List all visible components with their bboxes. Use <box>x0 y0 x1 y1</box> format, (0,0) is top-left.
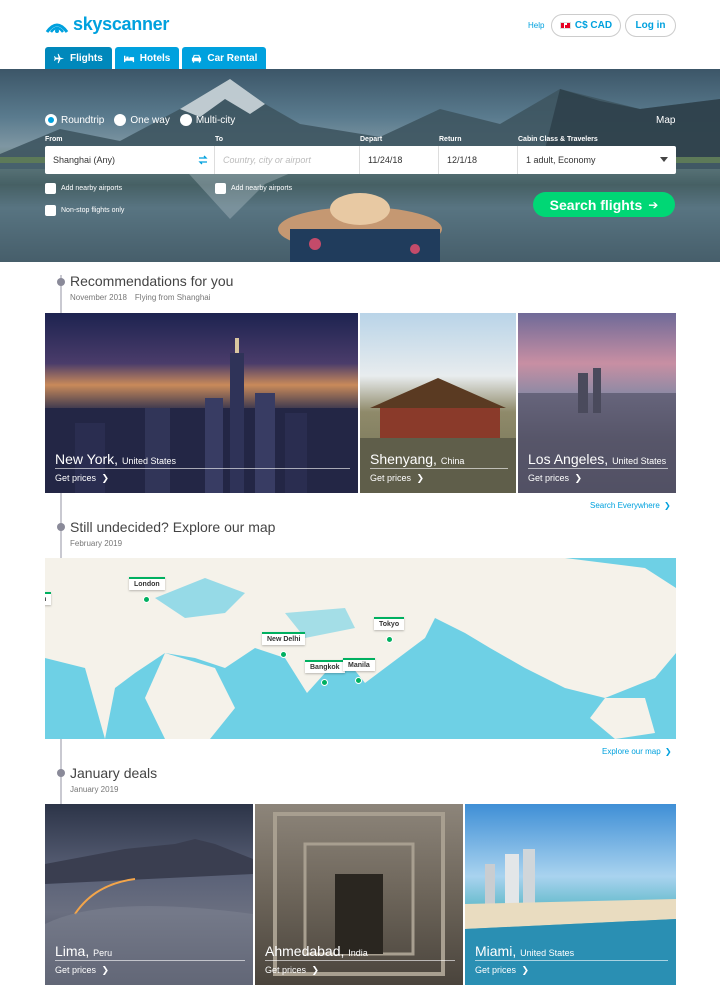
radio-multi-city[interactable]: Multi-city <box>179 114 235 126</box>
tab-flights[interactable]: Flights <box>45 47 112 69</box>
deal-card-miami[interactable]: Miami, United States Get prices <box>465 804 676 985</box>
destination-card-new-york[interactable]: New York, United States Get prices <box>45 313 358 493</box>
card-city-label: Ahmedabad, India <box>265 942 368 959</box>
get-prices-link[interactable]: Get prices <box>265 965 319 976</box>
flight-search-bar: Shanghai (Any) Country, city or airport … <box>45 146 676 174</box>
car-icon <box>192 54 202 63</box>
canada-flag-icon <box>559 22 571 29</box>
radio-one-way[interactable]: One way <box>114 114 170 126</box>
map-marker-icon <box>280 651 288 658</box>
get-prices-link[interactable]: Get prices <box>55 965 109 976</box>
timeline-dot <box>57 523 65 531</box>
deals-title: January deals <box>70 765 158 781</box>
cabin-travelers-field[interactable]: 1 adult, Economy <box>518 146 676 174</box>
nearby-from-checkbox[interactable]: Add nearby airports <box>45 183 122 194</box>
map-pin-manila[interactable]: Manila <box>343 658 375 684</box>
product-tabs: Flights Hotels Car Rental <box>45 47 267 69</box>
return-date-field[interactable]: 12/1/18 <box>439 146 518 174</box>
search-everywhere-link[interactable]: Search Everywhere <box>590 501 671 510</box>
deals-subtitle: January 2019 <box>70 785 119 794</box>
trip-type-selector: Roundtrip One way Multi-city <box>45 114 235 126</box>
login-button[interactable]: Log in <box>625 14 676 37</box>
depart-date-field[interactable]: 11/24/18 <box>360 146 439 174</box>
card-divider <box>528 468 668 469</box>
get-prices-link[interactable]: Get prices <box>370 473 424 484</box>
card-divider <box>370 468 508 469</box>
map-pin-partial[interactable]: n <box>45 592 52 605</box>
deal-card-lima[interactable]: Lima, Peru Get prices <box>45 804 253 985</box>
map-link[interactable]: Map <box>656 115 675 126</box>
timeline-dot <box>57 769 65 777</box>
tab-car-rental[interactable]: Car Rental <box>182 47 267 69</box>
cabin-label: Cabin Class & Travelers <box>518 136 598 143</box>
card-city-label: Miami, United States <box>475 942 575 959</box>
radio-selected-icon <box>45 114 57 126</box>
map-pin-bangkok[interactable]: Bangkok <box>305 660 345 686</box>
card-city-label: Shenyang, China <box>370 450 465 467</box>
depart-label: Depart <box>360 136 383 143</box>
nonstop-checkbox[interactable]: Non-stop flights only <box>45 205 124 216</box>
map-pin-tokyo[interactable]: Tokyo <box>374 617 405 643</box>
checkbox-icon <box>45 183 56 194</box>
card-divider <box>55 960 245 961</box>
tab-label: Car Rental <box>207 52 258 64</box>
recommendations-title: Recommendations for you <box>70 273 234 289</box>
get-prices-link[interactable]: Get prices <box>528 473 582 484</box>
card-divider <box>265 960 455 961</box>
currency-label: C$ CAD <box>574 20 613 31</box>
map-marker-icon <box>385 636 393 643</box>
card-divider <box>475 960 668 961</box>
explore-subtitle: February 2019 <box>70 539 123 548</box>
swap-icon[interactable] <box>198 155 208 165</box>
to-label: To <box>215 136 224 143</box>
map-pin-new-delhi[interactable]: New Delhi <box>262 632 306 658</box>
deal-card-ahmedabad[interactable]: Ahmedabad, India Get prices <box>255 804 463 985</box>
currency-button[interactable]: C$ CAD <box>551 14 621 37</box>
get-prices-link[interactable]: Get prices <box>55 473 109 484</box>
return-label: Return <box>439 136 462 143</box>
explore-world-map[interactable]: London New Delhi Bangkok Manila Tokyo n <box>45 558 676 739</box>
radio-roundtrip[interactable]: Roundtrip <box>45 114 104 126</box>
checkbox-icon <box>45 205 56 216</box>
explore-map-link[interactable]: Explore our map <box>602 747 672 756</box>
radio-icon <box>179 114 192 126</box>
help-link[interactable]: Help <box>528 21 544 30</box>
from-field[interactable]: Shanghai (Any) <box>45 146 215 174</box>
card-city-label: New York, United States <box>55 450 176 467</box>
to-field[interactable]: Country, city or airport <box>215 146 360 174</box>
destination-card-los-angeles[interactable]: Los Angeles, United States Get prices <box>518 313 676 493</box>
tab-label: Flights <box>70 52 103 64</box>
sunrise-logo-icon <box>45 23 69 33</box>
map-marker-icon <box>355 677 363 684</box>
timeline-dot <box>57 278 65 286</box>
destination-card-shenyang[interactable]: Shenyang, China Get prices <box>360 313 516 493</box>
bed-icon <box>123 55 134 62</box>
skyscanner-logo[interactable]: skyscanner <box>45 14 169 35</box>
tab-hotels[interactable]: Hotels <box>114 47 180 69</box>
chevron-down-icon <box>660 157 668 162</box>
checkbox-icon <box>215 183 226 194</box>
nearby-to-checkbox[interactable]: Add nearby airports <box>215 183 292 194</box>
card-divider <box>55 468 350 469</box>
from-label: From <box>45 136 63 143</box>
map-marker-icon <box>143 596 151 603</box>
map-pin-london[interactable]: London <box>129 577 165 603</box>
search-flights-button[interactable]: Search flights <box>533 192 675 217</box>
plane-icon <box>54 53 65 63</box>
card-city-label: Lima, Peru <box>55 942 113 959</box>
brand-name: skyscanner <box>73 14 170 34</box>
card-city-label: Los Angeles, United States <box>528 450 667 467</box>
recommendations-subtitle: November 2018 Flying from Shanghai <box>70 293 211 302</box>
radio-icon <box>114 114 127 126</box>
get-prices-link[interactable]: Get prices <box>475 965 529 976</box>
map-marker-icon <box>321 679 329 686</box>
explore-title: Still undecided? Explore our map <box>70 519 276 535</box>
tab-label: Hotels <box>139 52 171 64</box>
